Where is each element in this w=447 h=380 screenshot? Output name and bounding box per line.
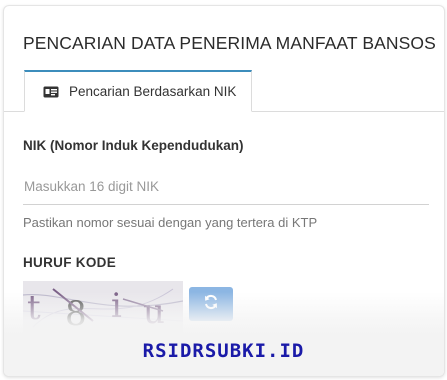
tab-nik-search-label: Pencarian Berdasarkan NIK <box>69 84 237 99</box>
card-title: PENCARIAN DATA PENERIMA MANFAAT BANSOS <box>23 33 436 53</box>
nik-help-text: Pastikan nomor sesuai dengan yang terter… <box>23 215 318 230</box>
captcha-label: HURUF KODE <box>23 255 116 270</box>
search-card: PENCARIAN DATA PENERIMA MANFAAT BANSOS P… <box>3 5 445 377</box>
nik-input[interactable] <box>23 168 429 205</box>
bottom-fade-overlay <box>4 292 444 376</box>
tab-nik-search[interactable]: Pencarian Berdasarkan NIK <box>24 70 252 112</box>
nik-label: NIK (Nomor Induk Kependudukan) <box>23 138 244 153</box>
id-card-icon <box>43 86 59 98</box>
watermark-text: RSIDRSUBKI.ID <box>142 340 305 362</box>
